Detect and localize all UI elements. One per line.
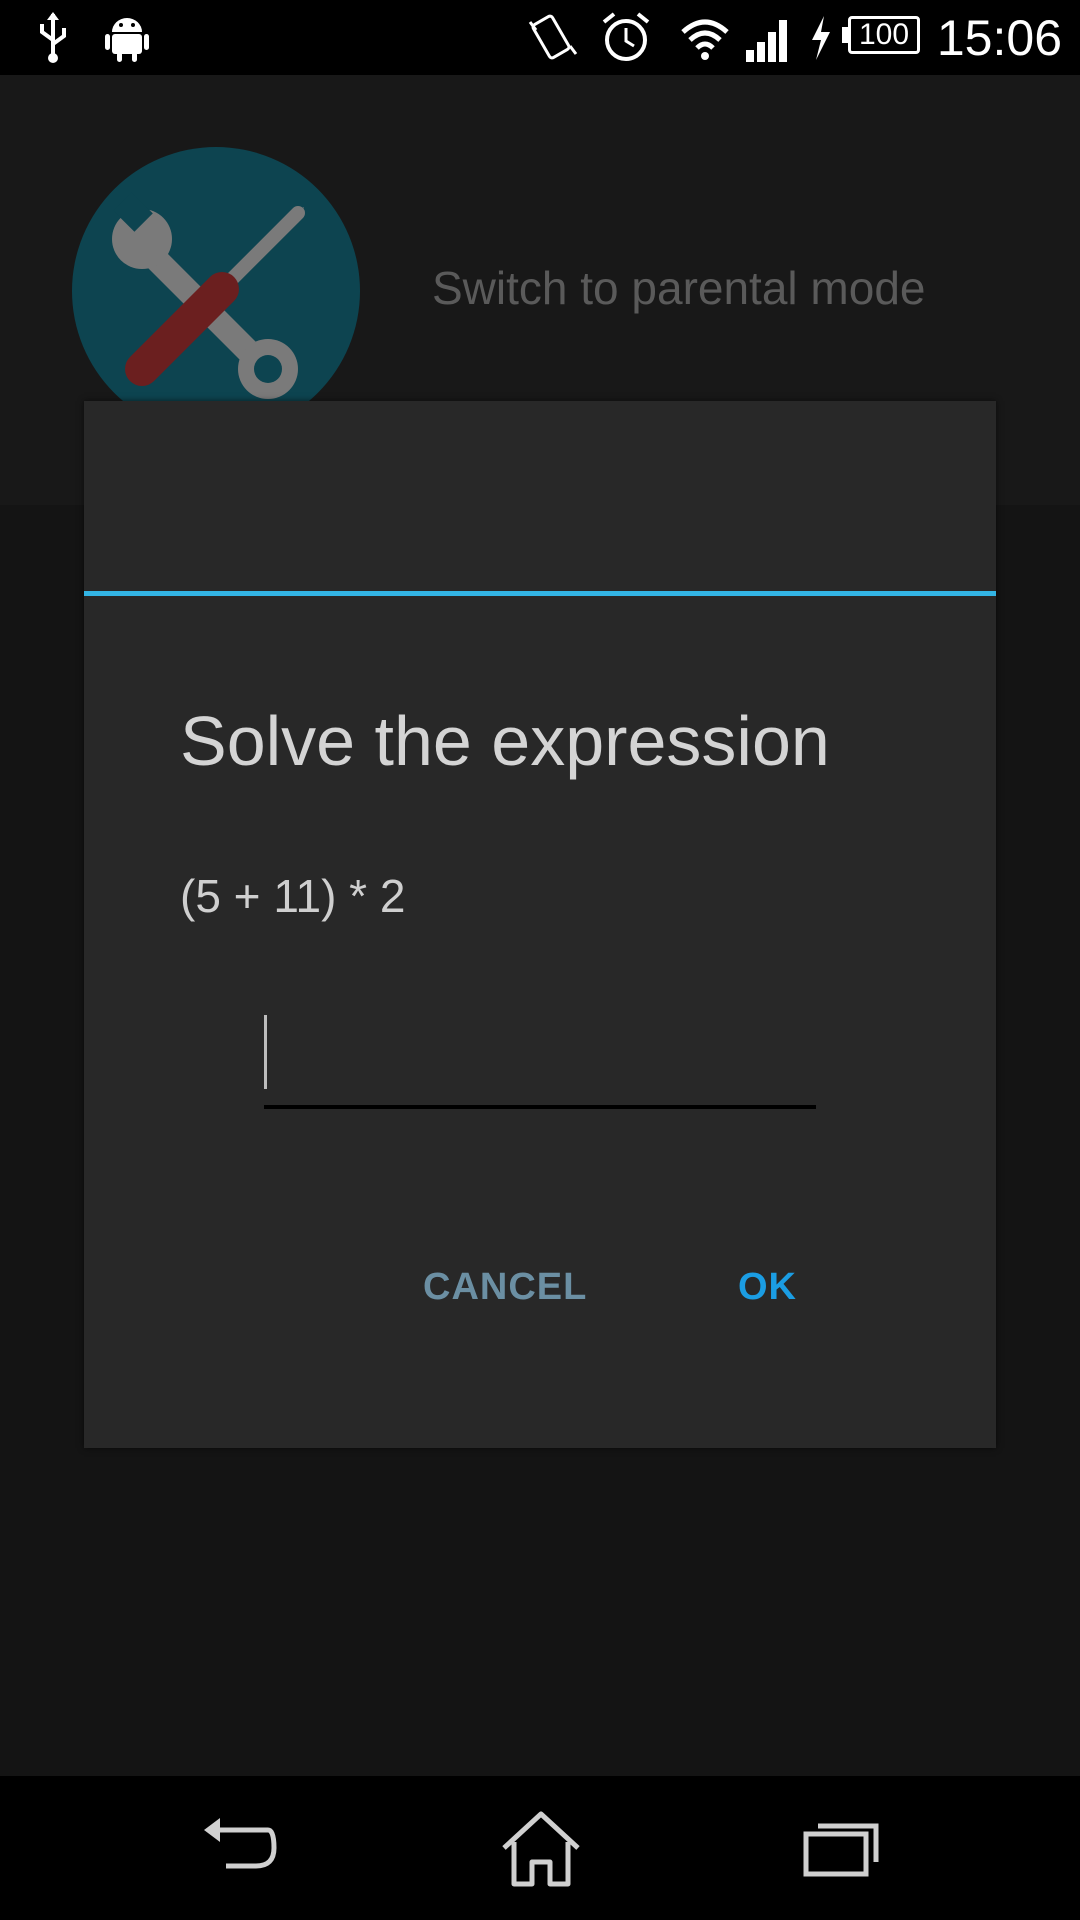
status-time: 15:06 bbox=[936, 10, 1062, 66]
status-bar: 100 15:06 bbox=[0, 0, 1080, 75]
wifi-icon bbox=[681, 19, 729, 60]
answer-field[interactable] bbox=[264, 1009, 816, 1109]
back-icon[interactable] bbox=[196, 1808, 286, 1888]
dialog-heading: Solve the expression bbox=[180, 702, 830, 780]
vibrate-icon bbox=[528, 14, 578, 60]
cancel-button[interactable]: CANCEL bbox=[409, 1256, 601, 1319]
answer-input[interactable] bbox=[264, 1009, 816, 1105]
alarm-icon bbox=[602, 12, 650, 61]
ok-button[interactable]: OK bbox=[724, 1256, 811, 1319]
usb-icon bbox=[40, 12, 66, 63]
dialog-title-area bbox=[84, 401, 996, 591]
android-icon bbox=[105, 18, 149, 62]
tools-icon bbox=[72, 147, 360, 435]
math-expression: (5 + 11) * 2 bbox=[180, 870, 406, 922]
dialog-divider bbox=[84, 591, 996, 596]
solve-expression-dialog: Solve the expression (5 + 11) * 2 CANCEL… bbox=[84, 401, 996, 1448]
parental-mode-label: Switch to parental mode bbox=[432, 262, 926, 314]
home-icon[interactable] bbox=[496, 1808, 586, 1888]
signal-icon bbox=[746, 20, 787, 62]
charging-icon bbox=[812, 16, 830, 60]
recents-icon[interactable] bbox=[796, 1808, 886, 1888]
battery-indicator: 100 bbox=[848, 16, 920, 54]
navigation-bar bbox=[0, 1776, 1080, 1920]
